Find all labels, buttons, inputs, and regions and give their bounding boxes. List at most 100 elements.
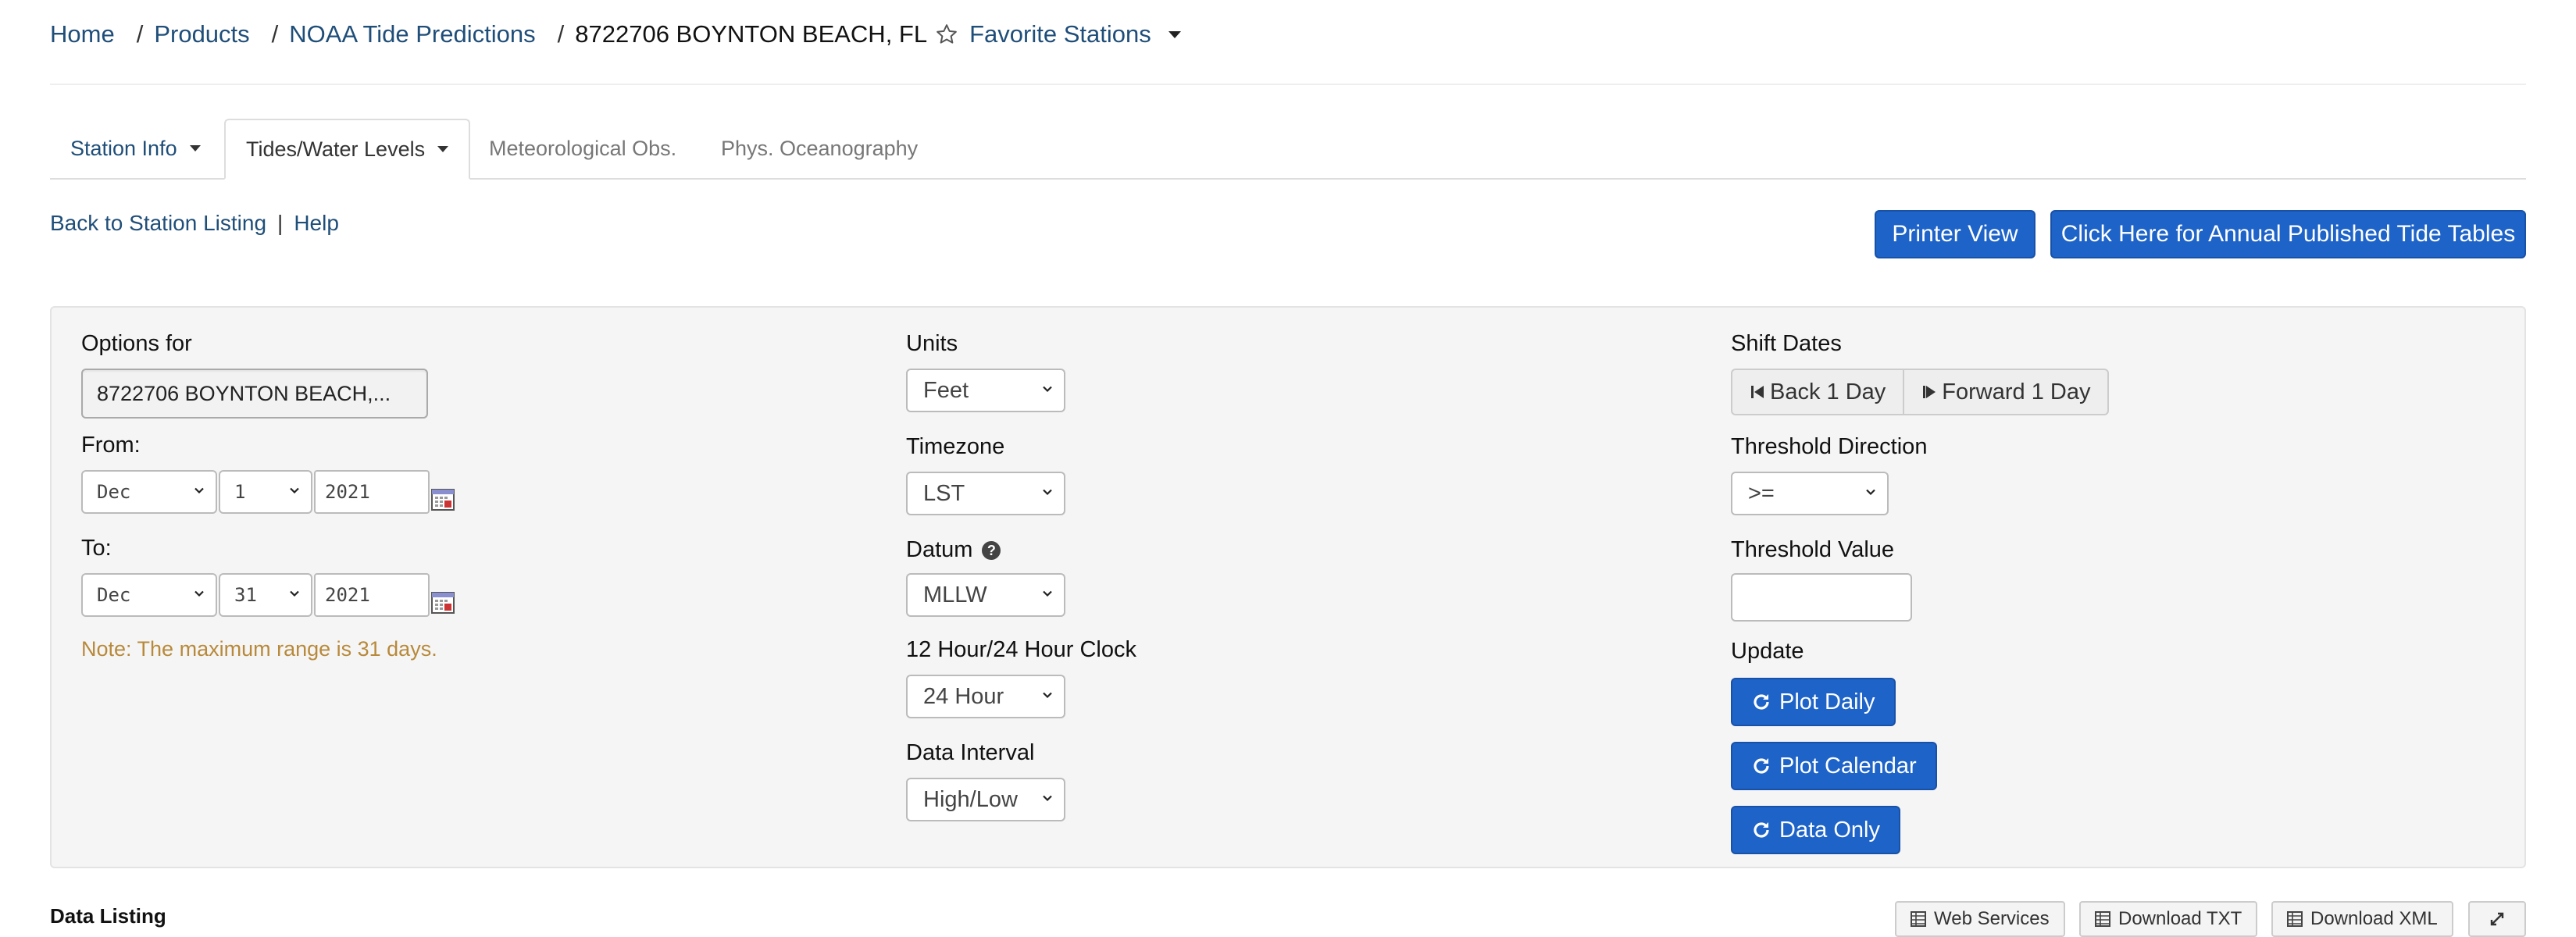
data-only-button[interactable]: Data Only <box>1731 806 1900 854</box>
threshold-value-label: Threshold Value <box>1731 537 1895 562</box>
table-icon <box>1911 911 1926 927</box>
chevron-down-icon <box>1866 489 1875 496</box>
max-range-note: Note: The maximum range is 31 days. <box>81 637 437 661</box>
breadcrumb-noaa-tide-predictions[interactable]: NOAA Tide Predictions <box>289 20 535 48</box>
expand-button[interactable] <box>2468 901 2526 937</box>
tab-meteorological-obs[interactable]: Meteorological Obs. <box>469 119 697 178</box>
tab-phys-oceanography[interactable]: Phys. Oceanography <box>701 119 938 178</box>
chevron-down-icon <box>194 487 204 494</box>
to-month-select[interactable]: Dec <box>81 573 217 617</box>
data-interval-label: Data Interval <box>906 740 1035 765</box>
chevron-down-icon <box>194 590 204 597</box>
shift-dates-group: Back 1 Day Forward 1 Day <box>1731 369 2110 415</box>
favorite-stations-label[interactable]: Favorite Stations <box>969 20 1151 48</box>
step-forward-icon <box>1923 386 1936 398</box>
chevron-down-icon <box>1043 386 1052 393</box>
threshold-direction-value: >= <box>1748 480 1775 506</box>
datum-select[interactable]: MLLW <box>906 573 1065 617</box>
chevron-down-icon <box>290 487 299 494</box>
datum-value: MLLW <box>923 582 987 607</box>
plot-daily-label: Plot Daily <box>1779 689 1875 714</box>
calendar-icon[interactable] <box>431 487 455 511</box>
download-txt-label: Download TXT <box>2118 908 2242 929</box>
chevron-down-icon <box>1043 489 1052 496</box>
tab-bar: Station Info Tides/Water Levels Meteorol… <box>50 119 2526 180</box>
update-label: Update <box>1731 639 1804 664</box>
units-value: Feet <box>923 377 969 403</box>
to-label: To: <box>81 536 112 561</box>
breadcrumb: Home / Products / NOAA Tide Predictions … <box>50 17 1181 52</box>
timezone-value: LST <box>923 480 965 506</box>
plot-calendar-button[interactable]: Plot Calendar <box>1731 742 1937 790</box>
download-xml-label: Download XML <box>2310 908 2438 929</box>
breadcrumb-separator: / <box>557 20 565 48</box>
from-month-select[interactable]: Dec <box>81 470 217 514</box>
chevron-down-icon <box>1043 795 1052 802</box>
sub-links: Back to Station Listing | Help <box>50 211 339 236</box>
breadcrumb-separator: / <box>136 20 144 48</box>
annual-tide-tables-button[interactable]: Click Here for Annual Published Tide Tab… <box>2050 210 2526 258</box>
clock-select[interactable]: 24 Hour <box>906 675 1065 718</box>
threshold-value-input[interactable] <box>1731 573 1912 622</box>
tab-tides-water-levels[interactable]: Tides/Water Levels <box>224 119 471 180</box>
tab-label: Tides/Water Levels <box>246 137 426 161</box>
chevron-down-icon <box>1043 590 1052 597</box>
from-label: From: <box>81 433 141 458</box>
back-1-day-button[interactable]: Back 1 Day <box>1731 369 1905 415</box>
back-to-station-listing-link[interactable]: Back to Station Listing <box>50 211 266 236</box>
from-day-select[interactable]: 1 <box>219 470 312 514</box>
threshold-direction-select[interactable]: >= <box>1731 472 1889 515</box>
calendar-icon[interactable] <box>431 590 455 614</box>
table-icon <box>2095 911 2110 927</box>
data-interval-value: High/Low <box>923 786 1018 812</box>
tab-station-info[interactable]: Station Info <box>50 119 221 178</box>
help-link[interactable]: Help <box>294 211 339 236</box>
breadcrumb-separator: / <box>271 20 279 48</box>
options-for-label: Options for <box>81 331 192 356</box>
table-icon <box>2287 911 2303 927</box>
expand-icon <box>2490 912 2504 926</box>
shift-dates-label: Shift Dates <box>1731 331 1842 356</box>
refresh-icon <box>1754 822 1769 838</box>
data-only-label: Data Only <box>1779 817 1880 843</box>
breadcrumb-products[interactable]: Products <box>154 20 249 48</box>
station-select-button[interactable]: 8722706 BOYNTON BEACH,... <box>81 369 428 419</box>
to-day-select[interactable]: 31 <box>219 573 312 617</box>
breadcrumb-current-station: 8722706 BOYNTON BEACH, FL <box>575 20 928 48</box>
breadcrumb-home[interactable]: Home <box>50 20 115 48</box>
help-icon[interactable]: ? <box>982 541 1001 561</box>
star-icon <box>937 24 957 44</box>
timezone-select[interactable]: LST <box>906 472 1065 515</box>
printer-view-button[interactable]: Printer View <box>1875 210 2035 258</box>
favorite-stations-dropdown[interactable]: Favorite Stations <box>935 20 1181 48</box>
caret-down-icon <box>1168 30 1181 38</box>
plot-calendar-label: Plot Calendar <box>1779 753 1917 778</box>
to-day-value: 31 <box>234 584 257 606</box>
chevron-down-icon <box>1043 692 1052 699</box>
forward-1-day-button[interactable]: Forward 1 Day <box>1904 369 2110 415</box>
options-panel: Options for 8722706 BOYNTON BEACH,... Fr… <box>50 306 2526 868</box>
back-1-day-label: Back 1 Day <box>1770 379 1886 404</box>
download-txt-button[interactable]: Download TXT <box>2079 901 2258 937</box>
forward-1-day-label: Forward 1 Day <box>1942 379 2091 404</box>
clock-label: 12 Hour/24 Hour Clock <box>906 637 1136 662</box>
units-select[interactable]: Feet <box>906 369 1065 412</box>
from-day-value: 1 <box>234 481 246 503</box>
from-year-input[interactable]: 2021 <box>314 470 430 514</box>
timezone-label: Timezone <box>906 434 1005 459</box>
units-label: Units <box>906 331 958 356</box>
threshold-direction-label: Threshold Direction <box>1731 434 1928 459</box>
step-backward-icon <box>1751 386 1764 398</box>
refresh-icon <box>1754 758 1769 774</box>
datum-label: Datum <box>906 537 973 562</box>
to-year-input[interactable]: 2021 <box>314 573 430 617</box>
data-interval-select[interactable]: High/Low <box>906 778 1065 821</box>
web-services-label: Web Services <box>1934 908 2050 929</box>
caret-down-icon <box>437 146 449 152</box>
web-services-button[interactable]: Web Services <box>1895 901 2065 937</box>
refresh-icon <box>1754 694 1769 710</box>
to-month-value: Dec <box>97 584 131 606</box>
data-listing-title: Data Listing <box>50 904 166 928</box>
plot-daily-button[interactable]: Plot Daily <box>1731 678 1896 726</box>
download-xml-button[interactable]: Download XML <box>2271 901 2453 937</box>
